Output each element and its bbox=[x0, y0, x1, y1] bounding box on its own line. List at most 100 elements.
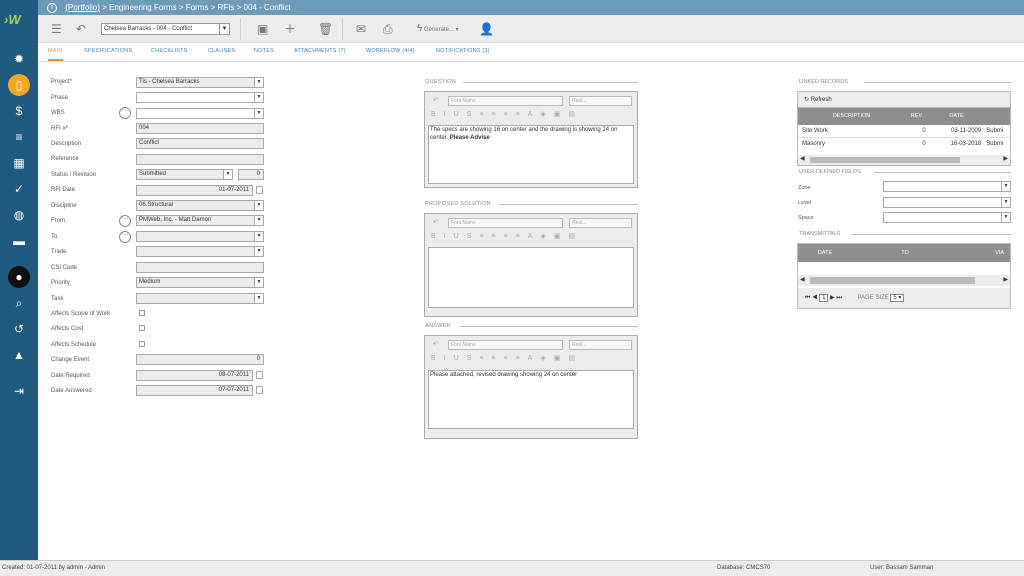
tab-specifications[interactable]: SPECIFICATIONS bbox=[84, 48, 132, 54]
revision-input[interactable]: 0 bbox=[238, 169, 264, 180]
horizontal-scrollbar[interactable]: ◀ ▶ bbox=[798, 275, 1010, 286]
user-avatar-icon[interactable]: ● bbox=[8, 266, 30, 288]
answer-text-area[interactable]: Please attached, revised drawing showing… bbox=[428, 370, 634, 429]
checkmark-icon[interactable]: ✓ bbox=[8, 178, 30, 200]
affects-cost-checkbox[interactable] bbox=[139, 325, 145, 331]
phase-select[interactable]: ▼ bbox=[136, 92, 264, 103]
rfi-number-input[interactable]: 004 bbox=[136, 123, 264, 134]
from-select[interactable]: PMWeb, Inc. - Matt Damon ▼ bbox=[136, 215, 264, 226]
gantt-icon[interactable]: ≡ bbox=[8, 126, 30, 148]
graduation-icon[interactable]: ▲ bbox=[8, 344, 30, 366]
print-icon[interactable]: ⎙ bbox=[383, 21, 393, 37]
font-size-select[interactable]: Real... bbox=[569, 218, 632, 228]
tab-checklists[interactable]: CHECKLISTS bbox=[151, 48, 188, 54]
level-select[interactable]: ▼ bbox=[883, 197, 1011, 208]
affects-schedule-checkbox[interactable] bbox=[139, 341, 145, 347]
calendar-icon[interactable] bbox=[256, 371, 263, 379]
logout-icon[interactable]: ⇥ bbox=[8, 380, 30, 402]
description-input[interactable]: Conflict bbox=[136, 138, 264, 149]
affects-scope-checkbox[interactable] bbox=[139, 310, 145, 316]
table-row[interactable]: Masonry 0 16-03-2018 Submi bbox=[798, 138, 1010, 151]
save-icon[interactable]: ▣ bbox=[257, 21, 268, 37]
scroll-left-icon[interactable]: ◀ bbox=[800, 155, 805, 162]
scrollbar-thumb[interactable] bbox=[810, 277, 975, 284]
col-status[interactable] bbox=[984, 108, 1010, 125]
font-name-select[interactable]: Font Name bbox=[448, 218, 563, 228]
col-description[interactable]: DESCRIPTION bbox=[798, 108, 905, 125]
page-size-select[interactable]: 5 ▾ bbox=[890, 294, 905, 302]
next-page-icon[interactable]: ▶ bbox=[830, 295, 835, 301]
refresh-button[interactable]: ↻ Refresh bbox=[798, 92, 1010, 108]
to-lookup-button[interactable]: ··· bbox=[119, 231, 131, 243]
discipline-select[interactable]: 06.Structural ▼ bbox=[136, 200, 264, 211]
project-select[interactable]: Tis - Chelsea Barracks ▼ bbox=[136, 77, 264, 88]
document-icon[interactable]: ▯ bbox=[8, 74, 30, 96]
tab-main[interactable]: MAIN bbox=[48, 48, 63, 61]
calendar-icon[interactable] bbox=[256, 386, 263, 394]
undo-icon[interactable]: ↶ bbox=[76, 21, 86, 37]
date-answered-input[interactable]: 07-07-2011 bbox=[136, 385, 253, 396]
zone-select[interactable]: ▼ bbox=[883, 181, 1011, 192]
col-to[interactable]: TO bbox=[852, 244, 958, 262]
formatting-toolbar[interactable]: BIUS≡≡≡≡A◈▣▤ bbox=[431, 232, 583, 240]
wbs-select[interactable]: ▼ bbox=[136, 108, 264, 119]
font-size-select[interactable]: Real... bbox=[569, 96, 632, 106]
horizontal-scrollbar[interactable]: ◀ ▶ bbox=[798, 155, 1010, 165]
space-select[interactable]: ▼ bbox=[883, 212, 1011, 223]
app-logo[interactable]: ›W bbox=[4, 12, 34, 32]
tab-clauses[interactable]: CLAUSES bbox=[208, 48, 235, 54]
email-icon[interactable]: ✉ bbox=[356, 21, 366, 37]
first-page-icon[interactable]: ⏮ bbox=[805, 295, 810, 301]
font-size-select[interactable]: Real... bbox=[569, 340, 632, 350]
col-date[interactable]: DATE bbox=[798, 244, 852, 262]
history-icon[interactable]: ↺ bbox=[8, 318, 30, 340]
lightbulb-icon[interactable]: ✹ bbox=[8, 48, 30, 70]
task-select[interactable]: ▼ bbox=[136, 293, 264, 304]
record-select[interactable]: Chelsea Barracks - 004 - Conflict ▼ bbox=[101, 23, 230, 35]
undo-icon[interactable]: ↶ bbox=[433, 218, 439, 226]
tab-attachments[interactable]: ATTACHMENTS (7) bbox=[294, 48, 346, 54]
search-icon[interactable]: ⌕ bbox=[8, 292, 30, 314]
dollar-icon[interactable]: $ bbox=[8, 100, 30, 122]
globe-icon[interactable]: ◍ bbox=[8, 204, 30, 226]
undo-icon[interactable]: ↶ bbox=[433, 340, 439, 348]
change-event-input[interactable]: 0 bbox=[136, 354, 264, 365]
last-page-icon[interactable]: ⏭ bbox=[836, 295, 841, 301]
breadcrumb-portfolio-link[interactable]: (Portfolio) bbox=[65, 3, 100, 12]
formatting-toolbar[interactable]: BIUS≡≡≡≡A◈▣▤ bbox=[431, 354, 583, 362]
page-number[interactable]: 1 bbox=[819, 294, 829, 302]
tab-workflow[interactable]: WORKFLOW (4/4) bbox=[366, 48, 415, 54]
formatting-toolbar[interactable]: BIUS≡≡≡≡A◈▣▤ bbox=[431, 110, 583, 118]
building-icon[interactable]: ▦ bbox=[8, 152, 30, 174]
proposed-solution-text-area[interactable] bbox=[428, 247, 634, 308]
info-icon[interactable]: i bbox=[47, 2, 57, 13]
csi-code-input[interactable] bbox=[136, 262, 264, 273]
status-select[interactable]: Submitted ▼ bbox=[136, 169, 233, 180]
font-name-select[interactable]: Font Name bbox=[448, 96, 563, 106]
delete-icon[interactable]: 🗑 bbox=[318, 21, 333, 37]
add-icon[interactable]: ＋ bbox=[284, 21, 296, 37]
tab-notifications[interactable]: NOTIFICATIONS (3) bbox=[436, 48, 490, 54]
scroll-right-icon[interactable]: ▶ bbox=[1003, 155, 1008, 162]
date-required-input[interactable]: 08-07-2011 bbox=[136, 370, 253, 381]
reference-input[interactable] bbox=[136, 154, 264, 165]
scroll-left-icon[interactable]: ◀ bbox=[800, 276, 805, 283]
undo-icon[interactable]: ↶ bbox=[433, 96, 439, 104]
to-select[interactable]: ▼ bbox=[136, 231, 264, 242]
question-text-area[interactable]: The specs are showing 16 on center and t… bbox=[428, 125, 634, 184]
trade-select[interactable]: ▼ bbox=[136, 246, 264, 257]
user-icon[interactable]: 👤 bbox=[479, 21, 494, 37]
priority-select[interactable]: Medium ▼ bbox=[136, 277, 264, 288]
rfi-date-input[interactable]: 01-07-2011 bbox=[136, 185, 253, 196]
wbs-lookup-button[interactable]: ··· bbox=[119, 107, 131, 119]
generate-button[interactable]: ϟ Generate... ▾ bbox=[417, 21, 459, 37]
briefcase-icon[interactable]: ▬ bbox=[8, 230, 30, 252]
calendar-icon[interactable] bbox=[256, 186, 263, 194]
list-icon[interactable]: ☰ bbox=[51, 21, 62, 37]
tab-notes[interactable]: NOTES bbox=[254, 48, 274, 54]
col-rev[interactable]: REV. bbox=[905, 108, 929, 125]
scrollbar-thumb[interactable] bbox=[810, 157, 960, 163]
col-via[interactable]: VIA bbox=[958, 244, 1010, 262]
table-row[interactable]: Site Work 0 03-11-2009 Submi bbox=[798, 125, 1010, 138]
prev-page-icon[interactable]: ◀ bbox=[812, 295, 817, 301]
